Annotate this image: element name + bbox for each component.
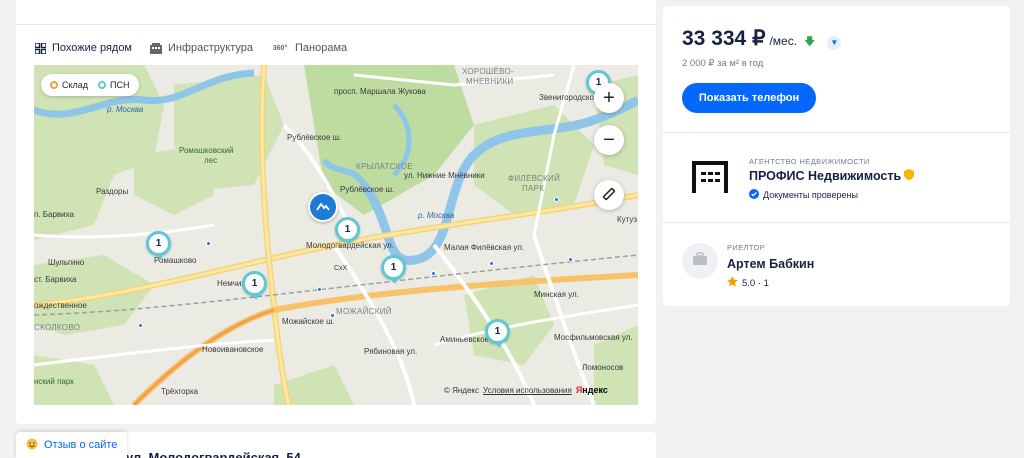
map-label: ождественное (34, 301, 87, 310)
plus-icon: + (603, 86, 615, 109)
map-label: МНЕВНИКИ (466, 77, 514, 86)
map-label: ул. Нижние Мнёвники (404, 171, 485, 180)
metro-dot (206, 241, 211, 246)
price-block: 33 334 ₽ /мес. 🡇 ▼ (682, 26, 842, 52)
map-label: СКОЛКОВО (34, 323, 81, 332)
terms-link[interactable]: Условия использования (483, 386, 572, 395)
grid-icon (34, 42, 46, 54)
realtor-caption: РИЕЛТОР (727, 243, 766, 252)
zoom-out-button[interactable]: − (594, 125, 624, 155)
shield-icon (904, 169, 915, 183)
map-label: Минская ул. (534, 290, 579, 299)
avatar[interactable] (682, 243, 718, 279)
map-label: Шульгино (48, 258, 85, 267)
check-badge-icon (749, 189, 759, 201)
map-label: ПАРК (522, 184, 545, 193)
metro-dot (330, 313, 335, 318)
price-down-icon: 🡇 (804, 36, 816, 48)
metro-dot (489, 261, 494, 266)
briefcase-icon (692, 251, 708, 271)
360-icon: 360° (272, 44, 288, 52)
price-period: /мес. (769, 34, 798, 48)
tab-infrastructure[interactable]: Инфраструктура (150, 42, 253, 54)
feedback-button[interactable]: Отзыв о сайте (16, 432, 128, 458)
price-per-m2: 2 000 ₽ за м² в год (682, 58, 764, 69)
home-pin[interactable] (308, 192, 338, 222)
agency-logo[interactable] (691, 157, 729, 195)
map-label: КРЫЛАТСКОЕ (356, 162, 413, 171)
metro-dot (138, 323, 143, 328)
map-label: лес (204, 156, 218, 165)
legend-item-psn[interactable]: ПСН (98, 80, 130, 90)
tab-label: Панорама (295, 42, 348, 54)
tab-label: Инфраструктура (168, 42, 254, 54)
yandex-logo: Яндекс (575, 385, 608, 395)
map-label: МОЖАЙСКИЙ (336, 307, 392, 316)
map-pin[interactable]: 1 (242, 271, 267, 300)
tab-similar-nearby[interactable]: Похожие рядом (34, 42, 132, 54)
feedback-label: Отзыв о сайте (44, 439, 118, 451)
map-label: Рябиновая ул. (364, 347, 418, 356)
show-phone-button[interactable]: Показать телефон (682, 83, 816, 113)
map-copyright: © Яндекс Условия использования Яндекс (444, 385, 608, 395)
map-legend: Склад ПСН (41, 74, 139, 96)
realtor-name[interactable]: Артем Бабкин (727, 257, 814, 271)
map-label: Раздоры (96, 187, 129, 196)
map-label: Кутуз (617, 215, 638, 224)
map-label: Рублёвское ш. (287, 133, 342, 142)
metro-dot (317, 287, 322, 292)
map-label: просп. Маршала Жукова (334, 87, 426, 96)
minus-icon: − (603, 128, 615, 151)
map[interactable]: р. Москва просп. Маршала Жукова ХОРОШЁВО… (34, 65, 638, 405)
map-label: нский парк (34, 377, 74, 386)
divider (663, 222, 1010, 223)
star-icon (727, 276, 738, 290)
tab-panorama[interactable]: 360° Панорама (271, 42, 347, 54)
metro-dot (554, 197, 559, 202)
map-label: Новоивановское (202, 345, 264, 354)
divider (16, 24, 656, 25)
map-label: Рублёвское ш. (340, 185, 395, 194)
map-label: Можайское ш. (282, 317, 335, 326)
agency-name[interactable]: ПРОФИС Недвижимость (749, 169, 915, 183)
map-label: Мосфильмовская ул. (554, 333, 633, 342)
map-pin[interactable]: 1 (485, 319, 510, 348)
offer-card: 33 334 ₽ /мес. 🡇 ▼ 2 000 ₽ за м² в год П… (663, 6, 1010, 306)
agency-caption: АГЕНТСТВО НЕДВИЖИМОСТИ (749, 157, 870, 166)
realtor-rating: 5.0 · 1 (727, 276, 769, 290)
home-icon (316, 198, 330, 216)
docs-verified: Документы проверены (749, 189, 858, 201)
metro-dot (431, 271, 436, 276)
metro-dot (568, 257, 573, 262)
map-label: СхХ (334, 265, 348, 272)
map-label: ст. Барвиха (34, 275, 77, 284)
map-pin[interactable]: 1 (146, 231, 171, 260)
map-card: Похожие рядом Инфраструктура 360° Панора… (16, 0, 656, 424)
legend-item-sklad[interactable]: Склад (50, 80, 88, 90)
price-amount: 33 334 ₽ (682, 27, 766, 50)
map-label: Трёхгорка (161, 387, 199, 396)
address-title: ул. Молодогвардейская, 54 (126, 450, 301, 458)
map-label: Малая Филёвская ул. (444, 243, 525, 252)
tab-label: Похожие рядом (52, 42, 132, 54)
ruler-icon (602, 184, 616, 207)
map-label: Ромашковский (179, 146, 234, 155)
map-label: р. Москва (418, 211, 455, 220)
smile-icon (26, 438, 38, 453)
map-label: Ломоносов (582, 363, 624, 372)
ruler-button[interactable] (594, 180, 624, 210)
map-label: ФИЛЁВСКИЙ (508, 174, 561, 183)
map-label: п. Барвиха (34, 210, 75, 219)
building-icon (150, 42, 162, 54)
chevron-down-icon[interactable]: ▼ (827, 35, 842, 50)
divider (663, 132, 1010, 133)
map-pin[interactable]: 1 (381, 255, 406, 284)
zoom-in-button[interactable]: + (594, 83, 624, 113)
map-tabs: Похожие рядом Инфраструктура 360° Панора… (34, 38, 347, 58)
map-label: ХОРОШЁВО- (462, 67, 515, 76)
map-pin[interactable]: 1 (335, 217, 360, 246)
map-label: р. Москва (107, 105, 144, 114)
